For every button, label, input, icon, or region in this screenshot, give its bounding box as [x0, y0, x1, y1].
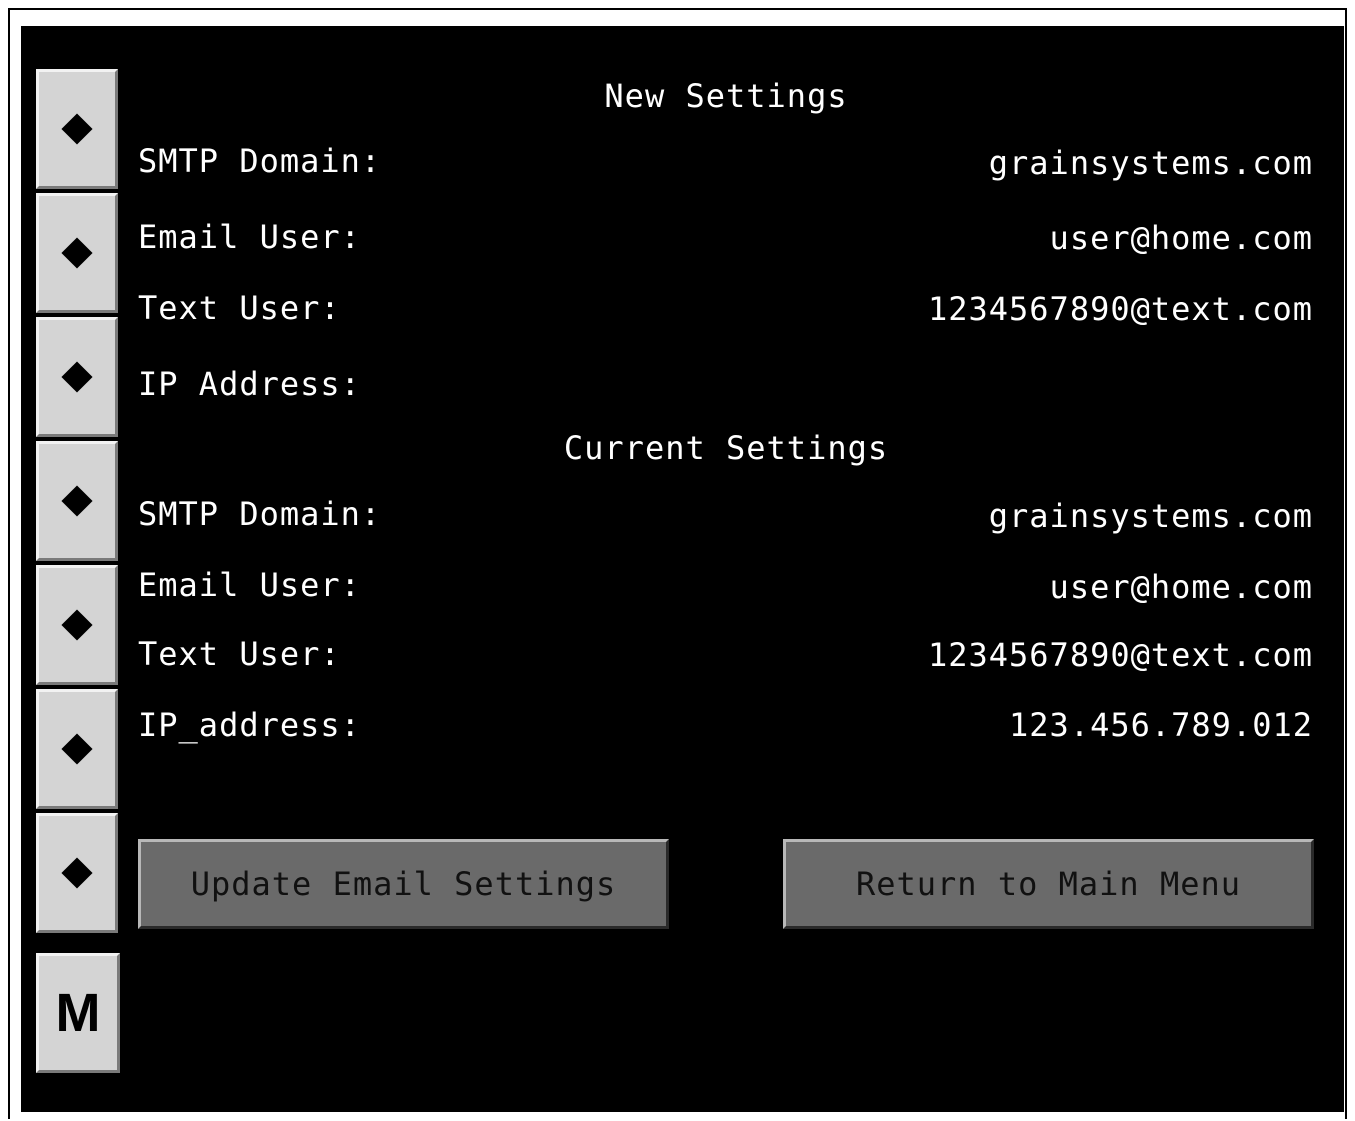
- side-button-6[interactable]: [36, 689, 118, 809]
- diamond-icon: [61, 485, 93, 517]
- new-text-user-value: 1234567890@text.com: [927, 290, 1313, 328]
- new-email-user-label: Email User:: [138, 218, 361, 256]
- side-button-3[interactable]: [36, 317, 118, 437]
- current-email-user-label: Email User:: [138, 566, 361, 604]
- update-email-settings-label: Update Email Settings: [190, 865, 617, 903]
- side-button-5[interactable]: [36, 565, 118, 685]
- new-ip-address-label: IP Address:: [138, 365, 361, 403]
- main-menu-key[interactable]: M: [36, 953, 120, 1073]
- current-smtp-domain-value: grainsystems.com: [988, 497, 1313, 535]
- current-email-user-value: user@home.com: [1049, 568, 1313, 606]
- side-button-7[interactable]: [36, 813, 118, 933]
- side-button-1[interactable]: [36, 69, 118, 189]
- new-smtp-domain-label: SMTP Domain:: [138, 142, 382, 180]
- current-ip-address-value: 123.456.789.012: [1009, 706, 1313, 744]
- current-text-user-label: Text User:: [138, 635, 341, 673]
- new-email-user-value: user@home.com: [1049, 219, 1313, 257]
- diamond-icon: [61, 733, 93, 765]
- diamond-icon: [61, 237, 93, 269]
- update-email-settings-button[interactable]: Update Email Settings: [138, 839, 669, 929]
- side-button-4[interactable]: [36, 441, 118, 561]
- diamond-icon: [61, 361, 93, 393]
- diamond-icon: [61, 113, 93, 145]
- side-button-2[interactable]: [36, 193, 118, 313]
- current-text-user-value: 1234567890@text.com: [927, 636, 1313, 674]
- new-text-user-label: Text User:: [138, 289, 341, 327]
- return-to-main-menu-label: Return to Main Menu: [855, 865, 1242, 903]
- current-settings-heading: Current Settings: [563, 429, 889, 467]
- diamond-icon: [61, 609, 93, 641]
- return-to-main-menu-button[interactable]: Return to Main Menu: [783, 839, 1314, 929]
- diamond-icon: [61, 857, 93, 889]
- current-ip-address-label: IP_address:: [138, 706, 361, 744]
- new-smtp-domain-value: grainsystems.com: [988, 144, 1313, 182]
- new-settings-heading: New Settings: [604, 77, 848, 115]
- current-smtp-domain-label: SMTP Domain:: [138, 495, 382, 533]
